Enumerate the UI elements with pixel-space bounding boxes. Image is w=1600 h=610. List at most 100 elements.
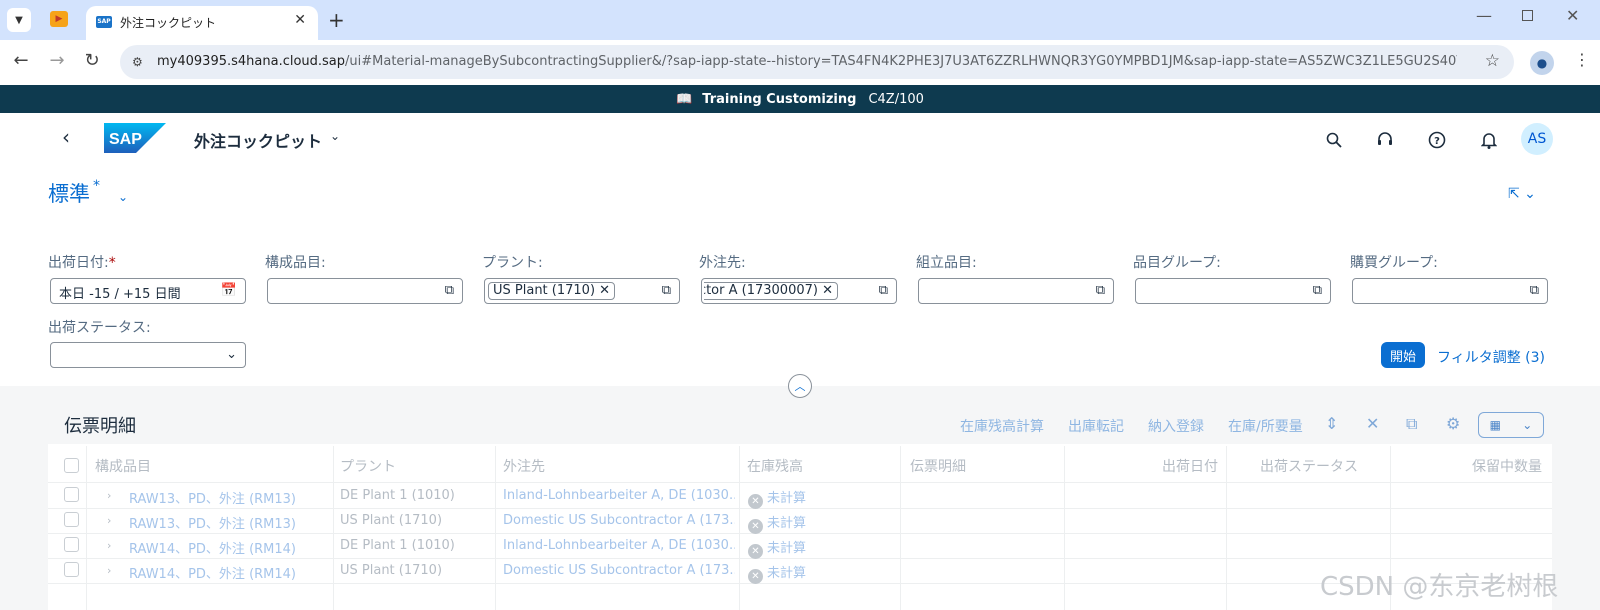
grid-icon: ▦ [1489, 418, 1501, 432]
reload-icon[interactable]: ↻ [79, 50, 105, 71]
variant-modified-mark: * [93, 178, 100, 194]
col-header-supplier[interactable]: 外注先 [503, 456, 545, 476]
sort-icon[interactable]: ⇕ [1325, 414, 1338, 433]
cell-stock[interactable]: ✕ 未計算 [748, 537, 806, 559]
stock-requirements-button[interactable]: 在庫/所要量 [1228, 416, 1303, 436]
adapt-filters-button[interactable]: フィルタ調整 (3) [1437, 347, 1545, 367]
site-info-icon[interactable]: ⚙ [132, 55, 143, 69]
search-icon[interactable] [1321, 127, 1347, 153]
cell-supplier[interactable]: Inland-Lohnbearbeiter A, DE (1030... [503, 538, 735, 553]
url-text: my409395.s4hana.cloud.sap/ui#Material-ma… [157, 54, 1457, 69]
row-checkbox[interactable] [64, 512, 79, 527]
assembly-input[interactable]: ⧉ [918, 278, 1114, 304]
chevron-down-icon[interactable]: ⌄ [226, 347, 237, 362]
value-help-icon[interactable]: ⧉ [1530, 283, 1539, 298]
col-header-document-item[interactable]: 伝票明細 [910, 456, 966, 476]
sap-logo[interactable]: SAP [104, 123, 166, 153]
browser-menu-icon[interactable]: ⋮ [1574, 50, 1590, 69]
cell-supplier[interactable]: Domestic US Subcontractor A (173... [503, 513, 735, 528]
shell-header: ‹ SAP 外注コックピット ⌄ ? AS [0, 113, 1600, 169]
col-header-pending-qty[interactable]: 保留中数量 [1472, 456, 1542, 476]
headset-support-icon[interactable] [1372, 127, 1398, 153]
go-button[interactable]: 開始 [1381, 342, 1425, 368]
supplier-token[interactable]: ctor A (17300007) ✕ [704, 282, 838, 300]
browser-profile-icon[interactable]: ● [1530, 51, 1554, 75]
table-title: 伝票明細 [64, 416, 136, 437]
material-group-input[interactable]: ⧉ [1135, 278, 1331, 304]
value-help-icon[interactable]: ⧉ [662, 283, 671, 298]
ship-status-select[interactable]: ⌄ [50, 342, 246, 368]
calendar-icon[interactable]: 📅 [221, 283, 237, 298]
window-minimize-icon[interactable]: — [1476, 6, 1492, 25]
select-all-checkbox[interactable] [64, 458, 79, 473]
delivery-button[interactable]: 納入登録 [1148, 416, 1204, 436]
tab-close-icon[interactable]: ✕ [294, 12, 306, 28]
calc-stock-button[interactable]: 在庫残高計算 [960, 416, 1044, 436]
new-tab-icon[interactable]: + [328, 8, 345, 32]
forward-arrow-icon[interactable]: → [44, 50, 70, 71]
cell-component[interactable]: RAW14、PD、外注 (RM14) [129, 563, 296, 582]
col-header-stock[interactable]: 在庫残高 [747, 456, 803, 476]
settings-gear-icon[interactable]: ⚙ [1446, 414, 1460, 433]
cell-supplier[interactable]: Inland-Lohnbearbeiter A, DE (1030... [503, 488, 735, 503]
browser-address-bar: ← → ↻ ⚙ my409395.s4hana.cloud.sap/ui#Mat… [0, 40, 1600, 85]
bell-notification-icon[interactable] [1476, 127, 1502, 153]
tab-search-chevron-icon[interactable]: ▼ [7, 8, 31, 32]
value-help-icon[interactable]: ⧉ [445, 283, 454, 298]
cell-component[interactable]: RAW13、PD、外注 (RM13) [129, 488, 296, 507]
url-input[interactable]: ⚙ my409395.s4hana.cloud.sap/ui#Material-… [120, 45, 1514, 79]
browser-tab-active[interactable]: SAP 外注コックピット ✕ [86, 6, 318, 40]
purchasing-group-input[interactable]: ⧉ [1352, 278, 1548, 304]
plant-token[interactable]: US Plant (1710) ✕ [488, 282, 616, 300]
ship-date-input[interactable]: 本日 -15 / +15 日間 📅 [50, 278, 246, 304]
row-checkbox[interactable] [64, 537, 79, 552]
value-help-icon[interactable]: ⧉ [1096, 283, 1105, 298]
bookmark-star-icon[interactable]: ☆ [1485, 51, 1500, 71]
col-divider [739, 446, 740, 610]
token-remove-icon[interactable]: ✕ [599, 283, 610, 298]
col-header-component[interactable]: 構成品目 [95, 456, 151, 476]
row-checkbox[interactable] [64, 562, 79, 577]
share-icon[interactable]: ⇱ ⌄ [1508, 186, 1536, 202]
col-header-plant[interactable]: プラント [340, 456, 396, 476]
row-expand-chevron-icon[interactable]: › [107, 489, 111, 502]
cell-stock[interactable]: ✕ 未計算 [748, 562, 806, 584]
play-tab-icon[interactable]: ▶ [50, 11, 68, 27]
user-avatar[interactable]: AS [1521, 123, 1553, 155]
row-expand-chevron-icon[interactable]: › [107, 539, 111, 552]
col-header-ship-date[interactable]: 出荷日付 [1162, 456, 1218, 476]
window-restore-icon[interactable] [1522, 10, 1533, 21]
system-name: Training Customizing [702, 91, 857, 107]
value-help-icon[interactable]: ⧉ [1313, 283, 1322, 298]
cell-stock[interactable]: ✕ 未計算 [748, 512, 806, 534]
plant-input[interactable]: US Plant (1710) ✕ ⧉ [484, 278, 680, 304]
row-expand-chevron-icon[interactable]: › [107, 564, 111, 577]
cell-stock[interactable]: ✕ 未計算 [748, 487, 806, 509]
back-arrow-icon[interactable]: ← [8, 50, 34, 71]
app-title[interactable]: 外注コックピット [194, 128, 322, 152]
component-input[interactable]: ⧉ [267, 278, 463, 304]
copy-icon[interactable]: ⧉ [1406, 414, 1417, 434]
supplier-input[interactable]: ctor A (17300007) ✕ ⧉ [701, 278, 897, 304]
variant-title[interactable]: 標準 * [48, 178, 100, 208]
cell-component[interactable]: RAW14、PD、外注 (RM14) [129, 538, 296, 557]
view-switch-button[interactable]: ▦ ⌄ [1478, 412, 1544, 438]
cell-plant: DE Plant 1 (1010) [340, 488, 455, 503]
app-title-chevron-down-icon[interactable]: ⌄ [330, 129, 340, 143]
col-header-ship-status[interactable]: 出荷ステータス [1260, 456, 1358, 476]
purchasing-group-label: 購買グループ: [1350, 255, 1438, 271]
window-close-icon[interactable]: ✕ [1566, 6, 1579, 25]
cell-component[interactable]: RAW13、PD、外注 (RM13) [129, 513, 296, 532]
value-help-icon[interactable]: ⧉ [879, 283, 888, 298]
token-remove-icon[interactable]: ✕ [822, 283, 833, 298]
collapse-all-icon[interactable]: ✕ [1366, 414, 1379, 433]
help-icon[interactable]: ? [1424, 127, 1450, 153]
col-divider [333, 446, 334, 610]
row-expand-chevron-icon[interactable]: › [107, 514, 111, 527]
back-nav-icon[interactable]: ‹ [62, 125, 70, 149]
goods-issue-button[interactable]: 出庫転記 [1068, 416, 1124, 436]
collapse-header-chevron-up-icon[interactable]: ︿ [788, 374, 812, 398]
variant-chevron-down-icon[interactable]: ⌄ [118, 190, 128, 204]
cell-supplier[interactable]: Domestic US Subcontractor A (173... [503, 563, 735, 578]
row-checkbox[interactable] [64, 487, 79, 502]
